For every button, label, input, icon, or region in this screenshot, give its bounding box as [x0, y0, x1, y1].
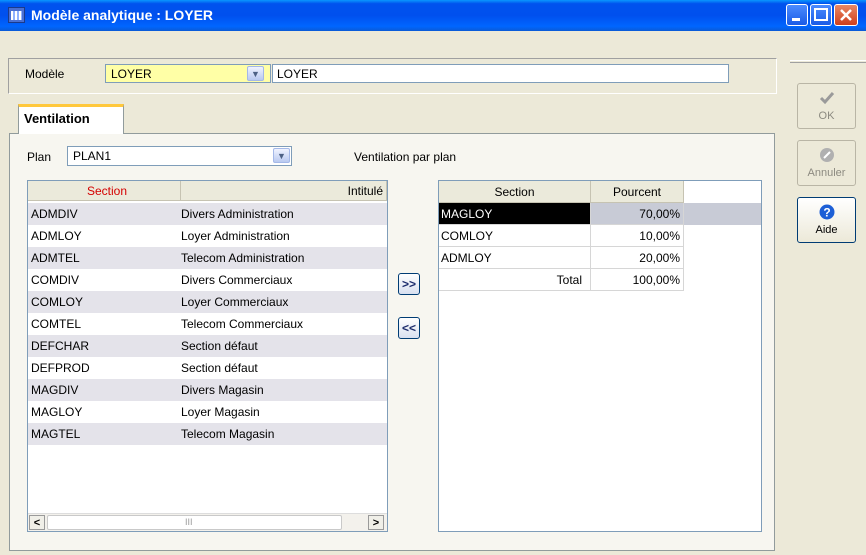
maximize-icon: [814, 8, 828, 21]
model-description-field[interactable]: LOYER: [272, 64, 729, 83]
ventilation-percent[interactable]: 70,00%: [591, 203, 684, 225]
section-label: Loyer Commerciaux: [181, 295, 289, 309]
chevron-down-icon[interactable]: ▼: [273, 148, 290, 163]
table-row[interactable]: MAGLOY 70,00%: [439, 203, 761, 225]
ventilation-section[interactable]: MAGLOY: [439, 203, 591, 225]
table-row[interactable]: ADMLOY Loyer Administration: [28, 225, 387, 247]
cancel-button[interactable]: Annuler: [797, 140, 856, 186]
table-row[interactable]: ADMTEL Telecom Administration: [28, 247, 387, 269]
section-label: Telecom Commerciaux: [181, 317, 304, 331]
column-header-label[interactable]: Intitulé: [181, 181, 387, 201]
section-code: ADMTEL: [31, 251, 80, 265]
table-row[interactable]: COMTEL Telecom Commerciaux: [28, 313, 387, 335]
ventilation-percent[interactable]: 20,00%: [591, 247, 684, 269]
section-code: COMLOY: [31, 295, 84, 309]
chevron-down-icon[interactable]: ▼: [247, 66, 264, 81]
model-combo[interactable]: LOYER ▼: [105, 64, 271, 83]
horizontal-scrollbar[interactable]: < III >: [28, 513, 387, 531]
section-code: DEFCHAR: [31, 339, 90, 353]
section-code: MAGDIV: [31, 383, 79, 397]
table-row[interactable]: COMLOY Loyer Commerciaux: [28, 291, 387, 313]
svg-text:?: ?: [823, 206, 830, 220]
section-label: Divers Administration: [181, 207, 294, 221]
total-label: Total: [439, 269, 591, 291]
section-code: DEFPROD: [31, 361, 90, 375]
section-code: MAGLOY: [31, 405, 83, 419]
ok-label: OK: [818, 110, 835, 122]
column-header-section[interactable]: Section: [28, 181, 181, 201]
table-row[interactable]: MAGDIV Divers Magasin: [28, 379, 387, 401]
section-label: Divers Commerciaux: [181, 273, 293, 287]
section-label: Telecom Administration: [181, 251, 305, 265]
section-code: COMDIV: [31, 273, 79, 287]
model-label: Modèle: [25, 67, 65, 81]
separator: [790, 60, 866, 63]
scroll-right-icon[interactable]: >: [368, 515, 384, 530]
section-label: Loyer Magasin: [181, 405, 260, 419]
scroll-thumb[interactable]: III: [47, 515, 342, 530]
header-label-label: Intitulé: [347, 184, 383, 198]
model-description: LOYER: [277, 67, 318, 81]
section-code: ADMLOY: [31, 229, 82, 243]
section-label: Divers Magasin: [181, 383, 264, 397]
tab-ventilation[interactable]: Ventilation: [18, 104, 124, 134]
table-row[interactable]: MAGTEL Telecom Magasin: [28, 423, 387, 445]
table-row[interactable]: COMDIV Divers Commerciaux: [28, 269, 387, 291]
maximize-button[interactable]: [810, 4, 832, 26]
app-window-icon: [8, 7, 25, 23]
table-row[interactable]: MAGLOY Loyer Magasin: [28, 401, 387, 423]
tab-label: Ventilation: [24, 111, 90, 126]
add-section-button[interactable]: >>: [398, 273, 420, 295]
section-label: Telecom Magasin: [181, 427, 275, 441]
help-button[interactable]: ? Aide: [797, 197, 856, 243]
section-label: Section défaut: [181, 361, 258, 375]
table-row[interactable]: ADMDIV Divers Administration: [28, 203, 387, 225]
cancel-icon: [820, 148, 834, 162]
model-code: LOYER: [111, 67, 152, 81]
minimize-button[interactable]: [786, 4, 808, 26]
scroll-left-icon[interactable]: <: [29, 515, 45, 530]
ventilation-header: Section Pourcent: [439, 181, 684, 203]
total-row: Total 100,00%: [439, 269, 761, 291]
column-header-section[interactable]: Section: [439, 181, 591, 203]
ventilation-section[interactable]: ADMLOY: [439, 247, 591, 269]
header-section-label: Section: [87, 184, 128, 198]
section-code: MAGTEL: [31, 427, 81, 441]
close-icon: [840, 9, 852, 21]
ventilation-grid[interactable]: Section Pourcent MAGLOY 70,00% COMLOY 10,00…: [438, 180, 762, 532]
help-label: Aide: [815, 224, 838, 236]
ventilation-label: Ventilation par plan: [354, 150, 457, 164]
plan-combo[interactable]: PLAN1 ▼: [67, 146, 292, 166]
ventilation-percent[interactable]: 10,00%: [591, 225, 684, 247]
help-icon: ?: [819, 204, 835, 220]
section-label: Loyer Administration: [181, 229, 290, 243]
cancel-label: Annuler: [807, 167, 846, 179]
table-row[interactable]: ADMLOY 20,00%: [439, 247, 761, 269]
table-row[interactable]: COMLOY 10,00%: [439, 225, 761, 247]
section-code: ADMDIV: [31, 207, 78, 221]
total-value: 100,00%: [591, 269, 684, 291]
close-button[interactable]: [834, 4, 858, 26]
minimize-icon: [792, 18, 800, 21]
column-header-percent[interactable]: Pourcent: [591, 181, 684, 203]
ok-button[interactable]: OK: [797, 83, 856, 129]
sections-grid[interactable]: Section Intitulé ADMDIV Divers Administra…: [27, 180, 388, 532]
plan-value: PLAN1: [73, 149, 112, 163]
table-row[interactable]: DEFCHAR Section défaut: [28, 335, 387, 357]
title-bar[interactable]: Modèle analytique : LOYER: [0, 0, 866, 31]
plan-label: Plan: [27, 150, 52, 164]
table-row[interactable]: DEFPROD Section défaut: [28, 357, 387, 379]
checkmark-icon: [819, 92, 835, 105]
section-code: COMTEL: [31, 317, 82, 331]
ventilation-section[interactable]: COMLOY: [439, 225, 591, 247]
section-label: Section défaut: [181, 339, 258, 353]
window-title: Modèle analytique : LOYER: [31, 7, 214, 23]
remove-section-button[interactable]: <<: [398, 317, 420, 339]
